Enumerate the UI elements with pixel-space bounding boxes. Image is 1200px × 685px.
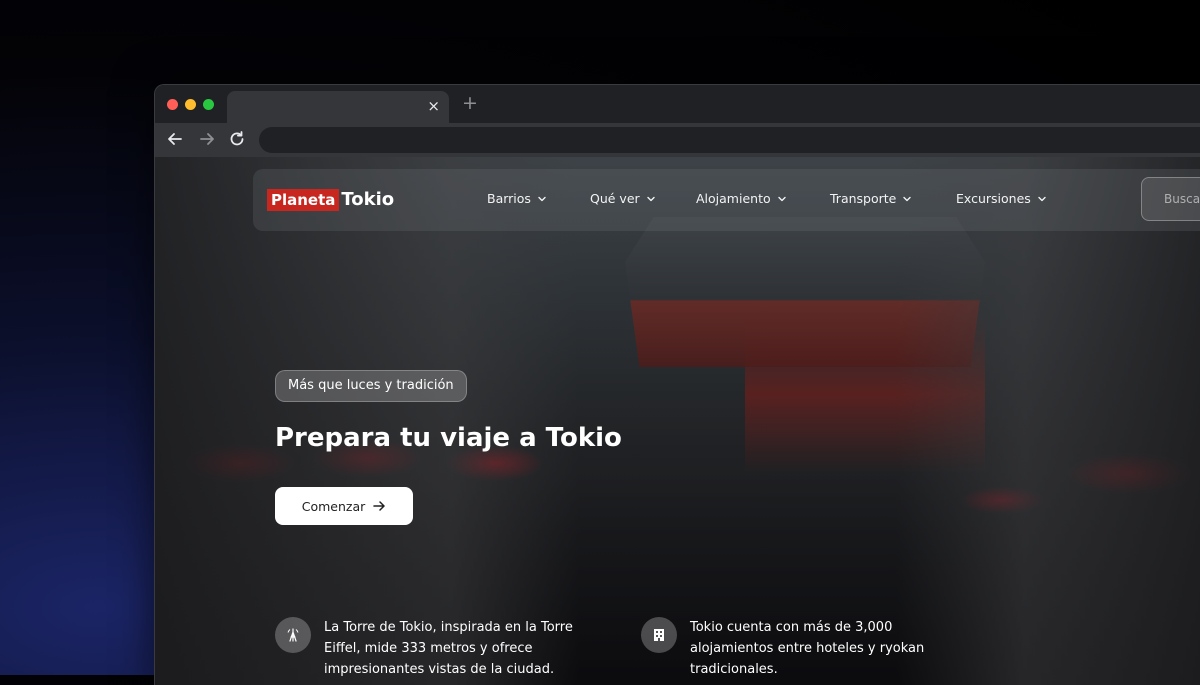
tab-strip: × + — [155, 85, 1200, 123]
logo-part-1: Planeta — [267, 189, 340, 211]
nav-item-transporte[interactable]: Transporte — [830, 190, 912, 208]
nav-item-label: Excursiones — [956, 191, 1031, 206]
logo-part-2: Tokio — [341, 189, 395, 210]
tab-close-icon[interactable]: × — [427, 97, 440, 115]
nav-item-que-ver[interactable]: Qué ver — [590, 190, 656, 208]
hotel-icon — [641, 617, 677, 653]
start-button[interactable]: Comenzar — [275, 487, 413, 525]
nav-item-alojamiento[interactable]: Alojamiento — [696, 190, 787, 208]
fact-text: Tokio cuenta con más de 3,000 alojamient… — [690, 620, 925, 677]
fact-text: La Torre de Tokio, inspirada en la Torre… — [324, 620, 573, 677]
search-input[interactable] — [1141, 177, 1200, 221]
chevron-down-icon — [646, 196, 655, 202]
minimize-window-button[interactable] — [185, 99, 196, 110]
nav-item-label: Alojamiento — [696, 191, 771, 206]
nav-item-label: Barrios — [487, 191, 531, 206]
browser-window: × + Planeta Tokio Barrios Qué ver Alojam… — [154, 84, 1200, 685]
chevron-down-icon — [1038, 196, 1046, 202]
arrow-right-icon — [373, 501, 386, 511]
address-bar[interactable] — [259, 127, 1200, 153]
back-button[interactable] — [165, 129, 185, 149]
reload-button[interactable] — [227, 129, 247, 149]
nav-item-label: Transporte — [830, 191, 897, 206]
chevron-down-icon — [903, 196, 912, 202]
nav-item-label: Qué ver — [590, 191, 640, 206]
nav-item-excursiones[interactable]: Excursiones — [956, 190, 1047, 208]
close-window-button[interactable] — [167, 99, 178, 110]
site-logo[interactable]: Planeta Tokio — [267, 188, 394, 212]
new-tab-button[interactable]: + — [462, 93, 478, 113]
start-button-label: Comenzar — [301, 498, 366, 514]
browser-tab[interactable]: × — [227, 91, 449, 123]
forward-button[interactable] — [197, 129, 217, 149]
arrow-left-icon — [168, 133, 182, 145]
hero-badge: Más que luces y tradición — [275, 370, 467, 402]
browser-toolbar — [155, 123, 1200, 157]
tower-icon — [275, 617, 311, 653]
page-viewport: Planeta Tokio Barrios Qué ver Alojamient… — [155, 157, 1200, 685]
site-header: Planeta Tokio Barrios Qué ver Alojamient… — [253, 169, 1200, 231]
nav-item-barrios[interactable]: Barrios — [487, 190, 547, 208]
maximize-window-button[interactable] — [203, 99, 214, 110]
chevron-down-icon — [777, 196, 786, 202]
arrow-right-icon — [200, 133, 214, 145]
reload-icon — [230, 131, 244, 146]
hero-title: Prepara tu viaje a Tokio — [275, 423, 622, 453]
chevron-down-icon — [538, 196, 546, 202]
